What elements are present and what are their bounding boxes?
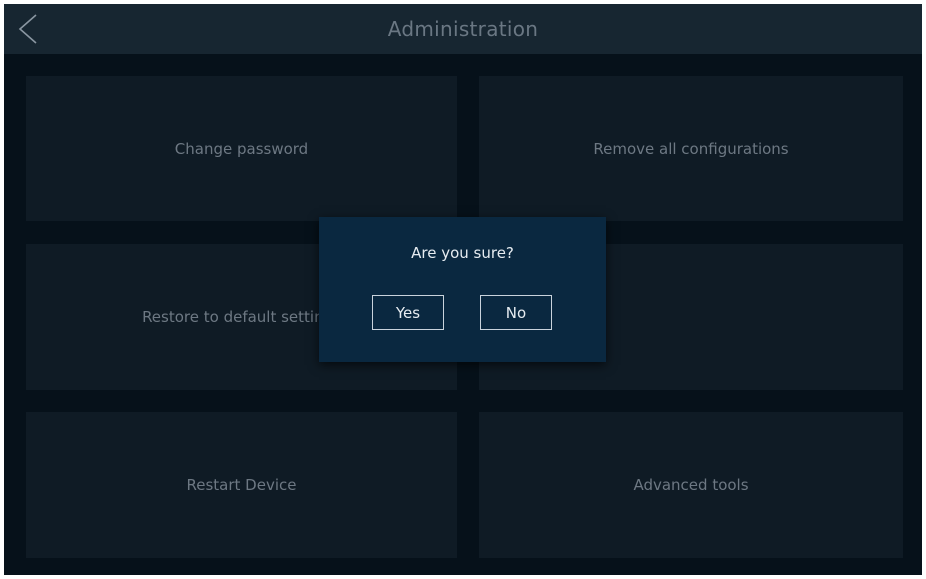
tile-label: Restart Device: [186, 476, 297, 494]
chevron-left-icon: [18, 14, 37, 44]
admin-screen: Administration Change password Remove al…: [4, 4, 922, 575]
no-button[interactable]: No: [480, 295, 552, 330]
change-password-tile[interactable]: Change password: [26, 76, 457, 221]
tile-label: Remove all configurations: [593, 139, 789, 158]
remove-all-configurations-tile[interactable]: Remove all configurations: [479, 76, 903, 221]
tile-label: Advanced tools: [633, 476, 749, 494]
confirm-dialog: Are you sure? Yes No: [319, 217, 606, 362]
yes-button[interactable]: Yes: [372, 295, 444, 330]
advanced-tools-tile[interactable]: Advanced tools: [479, 412, 903, 558]
tile-label: Restore to default settings: [142, 308, 341, 326]
dialog-message: Are you sure?: [411, 244, 514, 262]
back-button[interactable]: [12, 12, 44, 46]
restart-device-tile[interactable]: Restart Device: [26, 412, 457, 558]
tile-label: Change password: [174, 139, 309, 158]
top-bar: Administration: [4, 4, 922, 54]
page-title: Administration: [387, 17, 539, 41]
